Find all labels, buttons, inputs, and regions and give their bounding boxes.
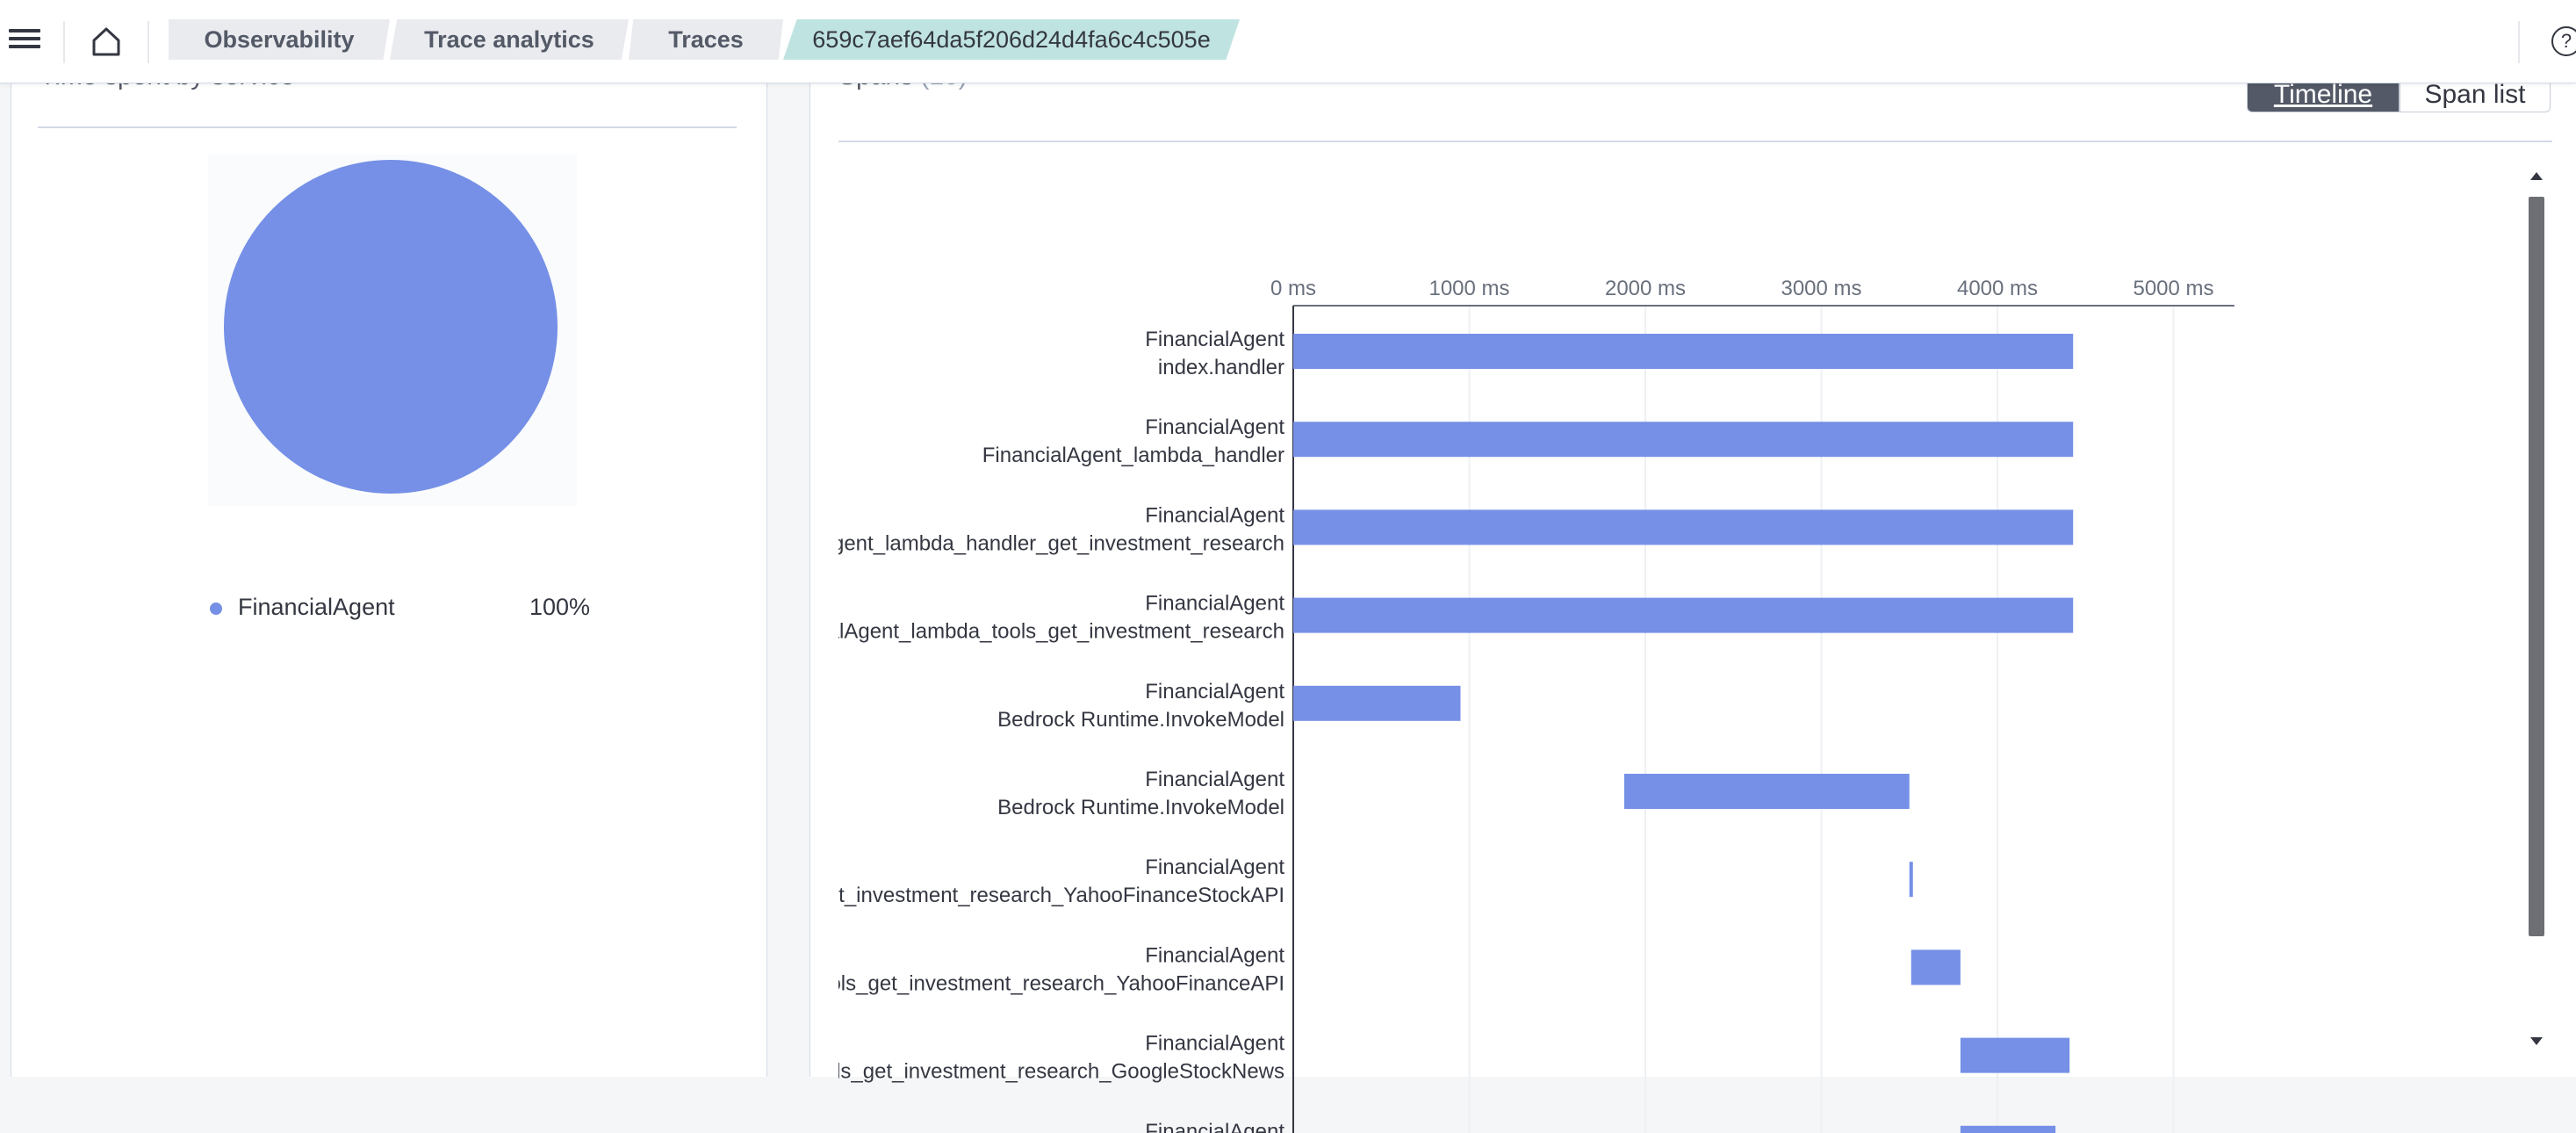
menu-icon[interactable] — [9, 25, 40, 56]
span-service-label: FinancialAgent — [1145, 503, 1284, 527]
span-service-label: FinancialAgent — [1145, 1120, 1284, 1133]
x-tick-label: 2000 ms — [1605, 277, 1686, 300]
help-icon[interactable]: ? — [2551, 26, 2576, 56]
span-bar[interactable] — [1293, 334, 2074, 369]
span-bar[interactable] — [1960, 1037, 2070, 1073]
nav-divider — [2518, 21, 2520, 63]
home-icon[interactable] — [90, 25, 123, 58]
span-bar[interactable] — [1909, 862, 1913, 898]
legend-service-name: FinancialAgent — [238, 594, 395, 620]
span-service-label: FinancialAgent — [1145, 943, 1284, 967]
span-name-label: FinancialAgent_lambda_handler — [982, 444, 1284, 467]
legend-dot — [210, 603, 222, 615]
span-list-toggle[interactable]: Span list — [2400, 79, 2551, 112]
span-name-label: gent_lambda_handler_get_investment_resea… — [838, 531, 1284, 555]
top-nav-bar: Observability Trace analytics Traces 659… — [0, 0, 2576, 83]
divider — [838, 141, 2552, 142]
span-service-label: FinancialAgent — [1145, 680, 1284, 704]
timeline-toggle[interactable]: Timeline — [2247, 79, 2400, 112]
service-pie-chart — [208, 155, 577, 506]
span-bar[interactable] — [1293, 422, 2074, 458]
nav-divider — [63, 21, 65, 63]
span-service-label: FinancialAgent — [1145, 768, 1284, 791]
divider — [38, 126, 737, 128]
scroll-down-arrow[interactable] — [2530, 1037, 2543, 1045]
span-service-label: FinancialAgent — [1145, 855, 1284, 879]
legend-percent: 100% — [529, 594, 591, 620]
scroll-thumb[interactable] — [2529, 197, 2544, 936]
span-name-label: ls_get_investment_research_GoogleStockNe… — [838, 1060, 1284, 1084]
span-bar[interactable] — [1293, 597, 2074, 633]
pie-slice-financialagent[interactable] — [224, 160, 558, 494]
span-name-label: ols_get_investment_research_YahooFinance… — [838, 971, 1284, 995]
x-tick-label: 4000 ms — [1957, 277, 2038, 300]
span-bar[interactable] — [1293, 685, 1461, 721]
breadcrumb-trace-id: 659c7aef64da5f206d24d4fa6c4c505e — [783, 19, 1240, 60]
spans-panel: Spans (10) Timeline Span list 0 ms1000 m… — [809, 61, 2576, 1133]
scroll-up-arrow[interactable] — [2530, 172, 2543, 180]
span-service-label: FinancialAgent — [1145, 1032, 1284, 1056]
span-name-label: et_investment_research_YahooFinanceStock… — [838, 884, 1284, 907]
time-spent-panel: Time spent by service FinancialAgent 100… — [11, 61, 767, 1077]
x-tick-label: 5000 ms — [2133, 277, 2213, 300]
breadcrumb-trace-analytics[interactable]: Trace analytics — [390, 19, 629, 60]
x-tick-label: 1000 ms — [1428, 277, 1509, 300]
timeline-scrollbar[interactable] — [2527, 172, 2546, 1045]
breadcrumb-observability[interactable]: Observability — [169, 19, 390, 60]
span-service-label: FinancialAgent — [1145, 328, 1284, 351]
span-bar[interactable] — [1910, 949, 1961, 985]
span-name-label: Bedrock Runtime.InvokeModel — [997, 796, 1284, 819]
span-service-label: FinancialAgent — [1145, 415, 1284, 439]
span-name-label: ialAgent_lambda_tools_get_investment_res… — [838, 620, 1284, 644]
span-service-label: FinancialAgent — [1145, 592, 1284, 616]
breadcrumb-traces[interactable]: Traces — [629, 19, 783, 60]
span-bar[interactable] — [1623, 774, 1910, 809]
x-tick-label: 0 ms — [1270, 277, 1316, 300]
nav-divider — [148, 21, 149, 63]
x-tick-label: 3000 ms — [1781, 277, 1861, 300]
span-bar[interactable] — [1960, 1125, 2056, 1133]
span-name-label: Bedrock Runtime.InvokeModel — [997, 708, 1284, 732]
span-name-label: index.handler — [1158, 356, 1284, 379]
spans-timeline-chart: 0 ms 1000 ms 2000 ms 3000 ms 4000 ms 5000 ms F… — [838, 277, 2234, 1133]
span-bar[interactable] — [1293, 509, 2074, 545]
